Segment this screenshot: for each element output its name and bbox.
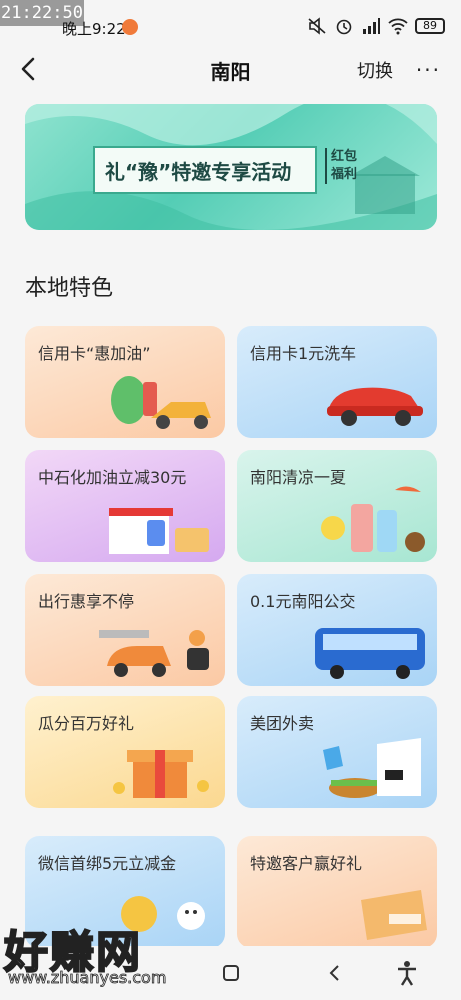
battery-icon: 89 [415,18,445,34]
card-sinopec[interactable]: 中石化加油立减30元 [25,450,225,562]
section-title: 本地特色 [25,276,114,301]
gas-car-icon [111,376,211,429]
switch-city-button[interactable]: 切换 [357,57,393,83]
card-gifts[interactable]: 瓜分百万好礼 [25,696,225,808]
card-car-wash[interactable]: 信用卡1元洗车 [237,326,437,438]
drinks-icon [321,486,425,552]
card-meituan[interactable]: 美团外卖 [237,696,437,808]
wifi-icon [388,18,408,35]
home-square-icon[interactable] [216,958,246,988]
present-icon [361,890,427,940]
notification-icon [122,19,138,35]
card-label: 美团外卖 [250,714,315,733]
banner-tag: 红包福利 [325,148,361,184]
system-time: 晚上9:22 [62,20,126,38]
bus-icon [315,628,425,679]
promo-banner[interactable]: 礼“豫”特邀专享活动 红包福利 [25,104,437,230]
gas-station-icon [109,508,209,554]
card-vip-gift[interactable]: 特邀客户赢好礼 [237,836,437,948]
red-car-icon [327,387,423,426]
banner-title-box: 礼“豫”特邀专享活动 [93,146,317,194]
takeout-bag-icon [323,738,421,798]
scooter-icon [99,630,209,677]
signal-icon [363,18,380,34]
nav-bar: 南阳 切换 ··· [0,44,461,96]
accessibility-icon[interactable] [392,958,422,988]
card-travel[interactable]: 出行惠享不停 [25,574,225,686]
status-icons: 89 [307,16,445,36]
card-summer[interactable]: 南阳清凉一夏 [237,450,437,562]
gift-box-icon [113,750,209,798]
watermark-url: www.zhuanyes.com [8,968,167,988]
card-credit-fuel[interactable]: 信用卡“惠加油” [25,326,225,438]
back-triangle-icon[interactable] [320,958,350,988]
banner-title: 礼“豫”特邀专享活动 [105,160,292,184]
mute-icon [308,17,326,35]
status-bar: 21:22:50 晚上9:22 89 [0,0,461,44]
more-menu-icon[interactable]: ··· [416,58,441,82]
card-bus[interactable]: 0.1元南阳公交 [237,574,437,686]
alarm-icon [336,19,352,35]
